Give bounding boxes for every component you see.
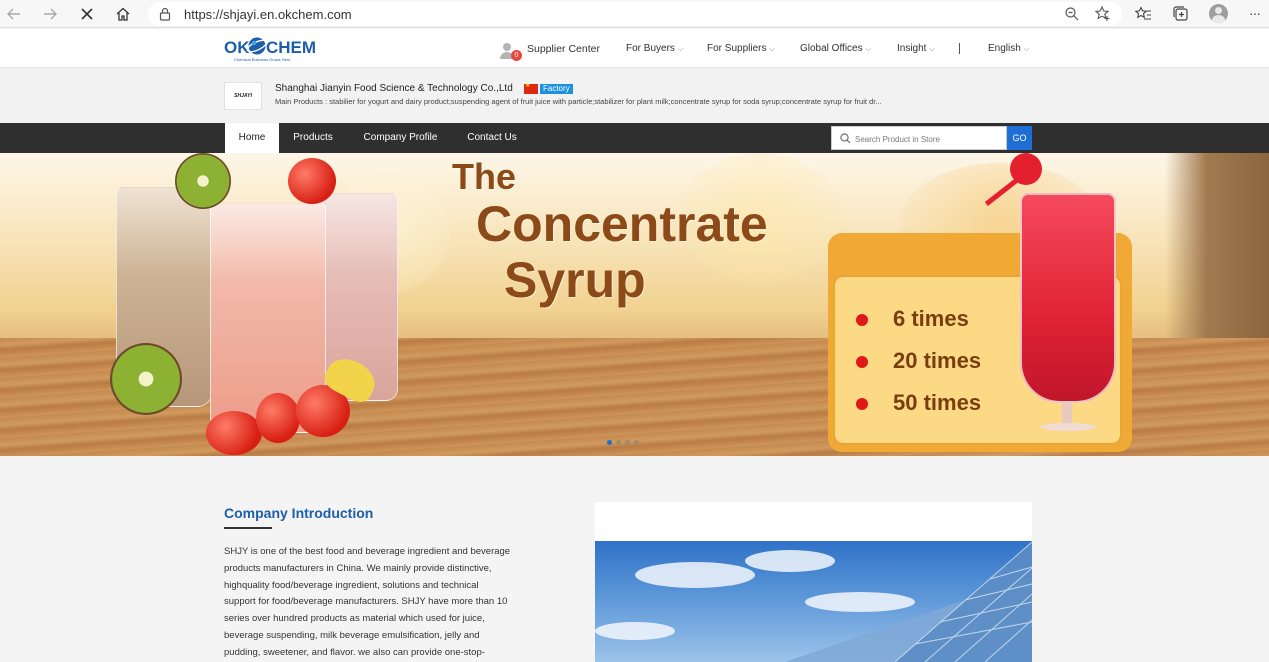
kiwi-image [175, 153, 231, 209]
company-intro-title: Company Introduction [224, 505, 374, 521]
nav-for-suppliers[interactable]: For Suppliers ⌵ [707, 43, 775, 54]
home-icon[interactable] [111, 2, 135, 26]
nav-label: Global Offices [800, 43, 863, 54]
carousel-dot[interactable] [607, 440, 612, 445]
ratio-label: 20 times [893, 348, 982, 373]
intro-line: highquality food/beverage ingredient, so… [224, 579, 479, 591]
more-icon[interactable]: ··· [1249, 5, 1261, 21]
main-products-text: Main Products : stabilier for yogurt and… [275, 97, 882, 106]
tomato-image [288, 158, 336, 204]
nav-label: Insight [897, 43, 927, 54]
header-divider [959, 43, 960, 54]
search-go-button[interactable]: GO [1007, 126, 1032, 150]
url-text: https://shjayi.en.okchem.com [184, 7, 352, 22]
favorites-icon[interactable] [1135, 6, 1152, 22]
factory-badge: Factory [540, 84, 573, 94]
favorite-add-icon[interactable] [1094, 5, 1112, 23]
bullet-icon [856, 356, 868, 368]
company-building-photo [595, 502, 1032, 662]
ratio-label: 6 times [893, 306, 969, 331]
lock-icon [159, 7, 171, 21]
intro-line: series over hundred products as material… [224, 613, 485, 625]
search-icon [840, 133, 851, 144]
browser-toolbar: https://shjayi.en.okchem.com ··· [0, 0, 1269, 28]
zoom-icon[interactable] [1064, 5, 1080, 23]
kiwi-image [110, 343, 182, 415]
profile-icon[interactable] [1209, 4, 1228, 23]
nav-for-buyers[interactable]: For Buyers ⌵ [626, 43, 683, 54]
intro-line: products manufacturers in China. We main… [224, 562, 492, 574]
bullet-icon [856, 314, 868, 326]
title-underline [224, 527, 272, 529]
banner-title-line3: Syrup [504, 252, 646, 308]
language-label: English [988, 43, 1021, 54]
banner-title-line1: The [452, 156, 517, 197]
nav-label: For Buyers [626, 43, 675, 54]
store-name[interactable]: Shanghai Jianyin Food Science & Technolo… [275, 83, 513, 94]
supplier-center-link[interactable]: Supplier Center [527, 43, 600, 55]
intro-line: SHJY is one of the best food and beverag… [224, 546, 511, 557]
bullet-icon [856, 398, 868, 410]
tab-company-profile[interactable]: Company Profile [353, 123, 448, 153]
red-flower-image [1010, 153, 1042, 185]
tab-home[interactable]: Home [225, 123, 279, 153]
cart-count-badge: 0 [511, 50, 522, 61]
china-flag-icon [524, 82, 538, 94]
store-nav: Home Products Company Profile Contact Us… [0, 123, 1269, 153]
intro-line: support for food/beverage manufacturers.… [224, 596, 508, 608]
chevron-down-icon: ⌵ [929, 46, 935, 53]
store-search [831, 126, 1007, 150]
stop-icon[interactable] [75, 2, 99, 26]
store-logo[interactable]: SHJAYI [224, 82, 262, 110]
intro-line: pudding, sweetener, and flavor. we also … [224, 646, 485, 658]
globe-icon [246, 37, 268, 55]
store-search-input[interactable] [855, 131, 1003, 147]
banner-title-line2: Concentrate [476, 196, 768, 252]
carousel-dot[interactable] [625, 440, 630, 445]
forward-icon[interactable] [38, 2, 62, 26]
chevron-down-icon: ⌵ [677, 46, 684, 53]
tomato-image [256, 393, 300, 443]
site-header: OK CHEM Chemical Business Grows Here 0 S… [0, 29, 1269, 68]
chevron-down-icon: ⌵ [769, 46, 775, 53]
tomato-image [206, 411, 262, 455]
logo-tagline: Chemical Business Grows Here [234, 57, 291, 62]
tab-contact-us[interactable]: Contact Us [460, 123, 524, 153]
collections-icon[interactable] [1172, 5, 1189, 22]
carousel-dot[interactable] [634, 440, 639, 445]
nav-insight[interactable]: Insight ⌵ [897, 43, 935, 54]
red-drink-glass-image [1020, 193, 1116, 403]
chevron-down-icon: ⌵ [1023, 46, 1030, 53]
nav-label: For Suppliers [707, 43, 767, 54]
carousel-dots [607, 440, 639, 445]
nav-global-offices[interactable]: Global Offices ⌵ [800, 43, 871, 54]
back-icon[interactable] [2, 2, 26, 26]
company-intro-text: SHJY is one of the best food and beverag… [224, 544, 544, 662]
store-info-band: SHJAYI Shanghai Jianyin Food Science & T… [0, 68, 1269, 123]
red-drink-glass-base [1040, 423, 1096, 431]
carousel-dot[interactable] [616, 440, 621, 445]
hero-banner[interactable]: The Concentrate Syrup 6 times 20 times 5… [0, 153, 1269, 456]
ratio-label: 50 times [893, 390, 982, 415]
tab-products[interactable]: Products [285, 123, 341, 153]
language-select[interactable]: English ⌵ [988, 43, 1029, 54]
address-bar[interactable]: https://shjayi.en.okchem.com [148, 2, 1122, 26]
glass-building-image [785, 541, 1032, 662]
chevron-down-icon: ⌵ [865, 46, 871, 53]
okchem-logo[interactable]: OK CHEM Chemical Business Grows Here [224, 35, 316, 63]
intro-line: beverage suspending, milk beverage emuls… [224, 629, 480, 641]
logo-chem: CHEM [266, 38, 317, 57]
